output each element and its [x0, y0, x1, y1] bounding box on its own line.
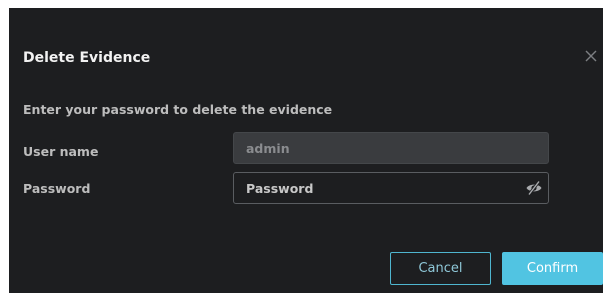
- delete-evidence-dialog: Delete Evidence Enter your password to d…: [9, 8, 603, 293]
- password-label: Password: [23, 181, 91, 196]
- confirm-button[interactable]: Confirm: [502, 252, 603, 285]
- password-field[interactable]: [233, 172, 549, 204]
- close-icon[interactable]: [583, 48, 599, 64]
- dialog-prompt: Enter your password to delete the eviden…: [23, 102, 333, 117]
- eye-slash-icon[interactable]: [525, 180, 543, 196]
- dialog-title: Delete Evidence: [23, 50, 151, 66]
- username-label: User name: [23, 144, 99, 159]
- username-field[interactable]: [233, 132, 549, 164]
- cancel-button[interactable]: Cancel: [390, 252, 491, 285]
